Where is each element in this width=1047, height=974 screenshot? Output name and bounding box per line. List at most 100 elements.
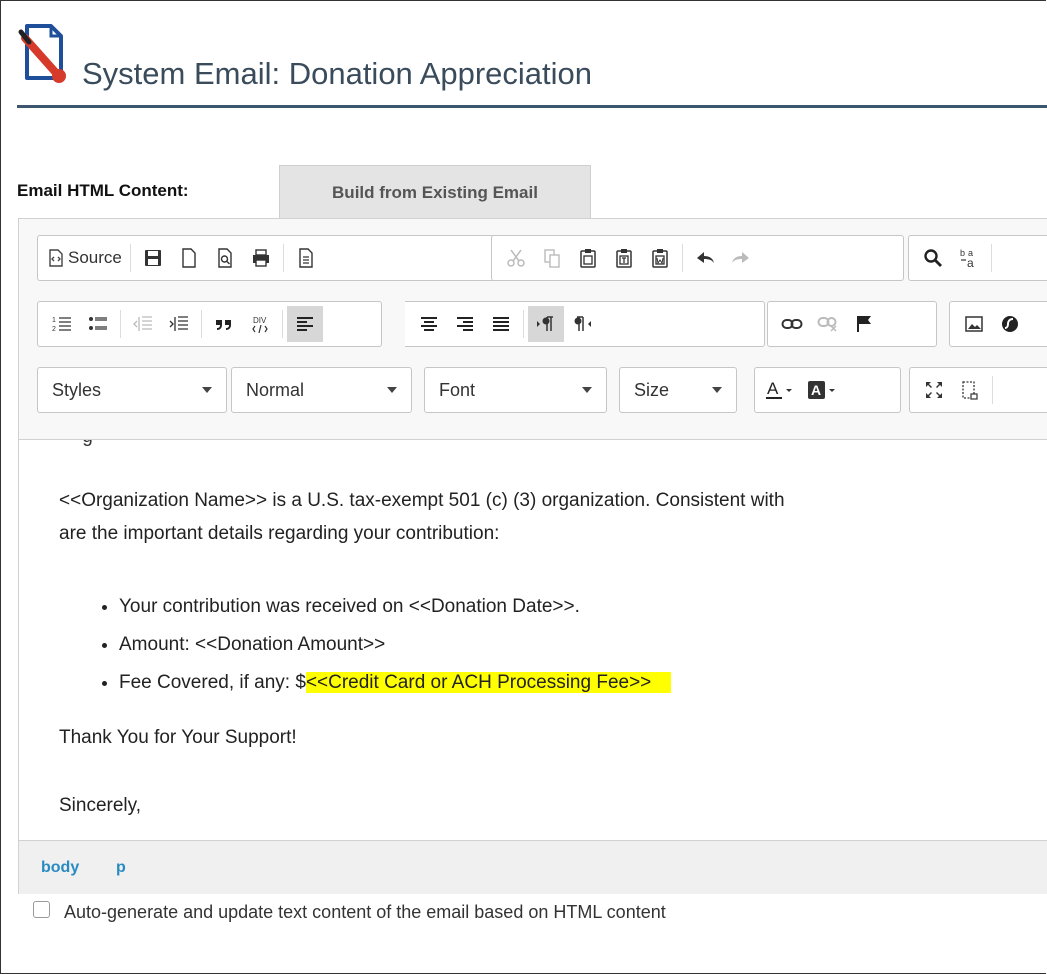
chevron-down-icon [582,387,592,393]
toolbar-separator [120,310,121,338]
paste-text-icon [616,249,632,268]
svg-text:b: b [960,248,965,258]
text-direction-ltr-button[interactable] [528,306,564,342]
preview-button[interactable] [207,240,243,276]
toolbar-group-find: baa [908,235,1047,281]
flash-button[interactable] [992,306,1028,342]
auto-generate-label: Auto-generate and update text content of… [64,902,666,922]
link-icon [781,319,803,329]
image-button[interactable] [956,306,992,342]
element-path-bar: body p [19,840,1047,894]
svg-text:1: 1 [52,317,56,324]
undo-button[interactable] [687,240,723,276]
align-right-button[interactable] [447,306,483,342]
increase-indent-button[interactable] [161,306,197,342]
path-item-p[interactable]: p [116,859,126,877]
toolbar-separator [201,310,202,338]
cut-button[interactable] [498,240,534,276]
title-divider [17,105,1047,108]
highlighted-merge-field: <<Credit Card or ACH Processing Fee>> [305,672,672,693]
background-color-button[interactable]: A [803,372,845,408]
copy-button[interactable] [534,240,570,276]
toolbar-group-lists: 12 DIV [37,301,382,347]
replace-button[interactable]: baa [951,240,987,276]
auto-generate-checkbox[interactable] [33,901,50,918]
svg-text:2: 2 [52,326,56,333]
blockquote-button[interactable] [206,306,242,342]
source-button[interactable]: Source [44,240,126,276]
list-item: Fee Covered, if any: $<<Credit Card or A… [119,664,672,702]
div-container-icon: DIV [252,316,268,334]
paste-word-icon [652,249,668,268]
decrease-indent-button[interactable] [125,306,161,342]
toolbar-group-tools [909,367,1047,413]
blockquote-icon [216,320,231,330]
templates-button[interactable] [288,240,324,276]
styles-dropdown-label: Styles [52,379,102,400]
flash-icon [1002,316,1018,332]
redo-button[interactable] [723,240,759,276]
toolbar-group-colors: A A [754,367,901,413]
size-dropdown-label: Size [634,379,670,400]
image-icon [965,316,983,332]
thanks-paragraph: Thank You for Your Support! [59,727,297,748]
paste-from-word-button[interactable] [642,240,678,276]
list-item-text: Your contribution was received on <<Dona… [119,596,580,617]
new-page-button[interactable] [171,240,207,276]
toolbar-group-document: Source [37,235,495,281]
find-button[interactable] [915,240,951,276]
show-blocks-button[interactable] [952,372,988,408]
replace-icon: b aa [960,248,974,269]
list-item-text: Fee Covered, if any: $ [119,672,306,693]
maximize-button[interactable] [916,372,952,408]
preview-icon [218,248,232,268]
align-left-button[interactable] [287,306,323,342]
background-color-icon: A [808,381,835,399]
unlink-button[interactable] [810,306,846,342]
toolbar-separator [991,244,992,272]
source-icon [49,249,63,267]
toolbar-separator [282,244,284,272]
text-direction-rtl-button[interactable] [564,306,600,342]
paste-icon [580,249,596,268]
ltr-icon [537,316,553,331]
numbered-list-icon: 12 [52,317,71,333]
justify-button[interactable] [483,306,519,342]
anchor-button[interactable] [846,306,882,342]
list-item-text: Amount: <<Donation Amount>> [119,634,386,655]
build-from-existing-email-button[interactable]: Build from Existing Email [279,165,591,218]
toolbar-separator [282,310,283,338]
path-item-body[interactable]: body [41,859,79,877]
bulleted-list-button[interactable] [80,306,116,342]
list-item: Amount: <<Donation Amount>> [119,626,671,664]
size-dropdown[interactable]: Size [619,367,737,413]
new-page-icon [182,248,196,268]
indent-icon [169,316,188,331]
create-div-button[interactable]: DIV [242,306,278,342]
editor-content-area[interactable]: · · g <<Organization Name>> is a U.S. ta… [19,440,1047,840]
format-dropdown-label: Normal [246,379,305,400]
email-template-icon [18,24,66,83]
unlink-icon [817,317,837,332]
toolbar-separator [129,244,131,272]
redo-icon [732,252,749,263]
styles-dropdown[interactable]: Styles [37,367,227,413]
outdent-icon [133,316,152,331]
align-center-button[interactable] [411,306,447,342]
svg-text:A: A [767,379,779,398]
paragraph-line-2: are the important details regarding your… [59,523,500,544]
text-color-button[interactable]: A [761,372,803,408]
save-button[interactable] [135,240,171,276]
print-button[interactable] [243,240,279,276]
list-item: Your contribution was received on <<Dona… [119,588,671,626]
numbered-list-button[interactable]: 12 [44,306,80,342]
source-label: Source [68,248,122,267]
toolbar-separator [523,310,524,338]
chevron-down-icon [202,387,212,393]
format-dropdown[interactable]: Normal [231,367,412,413]
paste-button[interactable] [570,240,606,276]
link-button[interactable] [774,306,810,342]
font-dropdown[interactable]: Font [424,367,607,413]
align-center-icon [421,317,437,331]
paste-text-button[interactable] [606,240,642,276]
